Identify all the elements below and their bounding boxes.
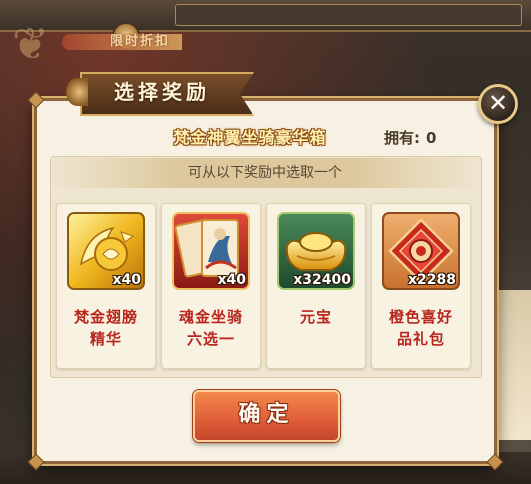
item-name-line: 梵金翅膀 <box>73 308 138 326</box>
instruction-text: 可从以下奖励中选取一个 <box>188 165 342 181</box>
dialog-title: 选择奖励 <box>114 80 210 104</box>
item-count: x2288 <box>408 272 456 288</box>
item-count: x32400 <box>293 272 351 288</box>
gold-ingot-icon: x32400 <box>277 212 355 290</box>
close-button[interactable]: ✕ <box>478 84 518 124</box>
item-name-line: 精华 <box>89 330 122 348</box>
reward-item-card[interactable]: x40 梵金翅膀 精华 <box>56 203 156 369</box>
item-name: 梵金翅膀 精华 <box>61 306 151 350</box>
owned-label: 拥有: <box>384 129 420 147</box>
item-name-line: 魂金坐骑 <box>178 308 243 326</box>
item-count: x40 <box>112 272 141 288</box>
owned-count: 0 <box>426 129 437 147</box>
reward-item-card[interactable]: x40 魂金坐骑 六选一 <box>161 203 261 369</box>
reward-item-card[interactable]: x2288 橙色喜好 品礼包 <box>371 203 471 369</box>
background-top-panel <box>175 4 522 26</box>
item-name: 元宝 <box>271 306 361 328</box>
item-name: 魂金坐骑 六选一 <box>166 306 256 350</box>
item-name-line: 橙色喜好 <box>388 308 453 326</box>
reward-item-card[interactable]: x32400 元宝 <box>266 203 366 369</box>
confirm-button-label: 确定 <box>238 402 295 427</box>
orange-gift-pack-icon: x2288 <box>382 212 460 290</box>
soul-gold-mount-card-icon: x40 <box>172 212 250 290</box>
item-name-line: 六选一 <box>186 330 235 348</box>
item-name: 橙色喜好 品礼包 <box>376 306 466 350</box>
title-ornament-icon <box>66 78 88 106</box>
confirm-button[interactable]: 确定 <box>193 390 340 442</box>
owned-count-display: 拥有: 0 <box>384 126 436 150</box>
chest-name: 梵金神翼坐骑豪华箱 <box>173 128 327 147</box>
item-name-line: 元宝 <box>299 308 332 326</box>
close-icon: ✕ <box>487 89 509 117</box>
item-name-line: 品礼包 <box>396 330 445 348</box>
item-count: x40 <box>217 272 246 288</box>
golden-wing-essence-icon: x40 <box>67 212 145 290</box>
background-event-label: 限时折扣 <box>110 34 171 49</box>
